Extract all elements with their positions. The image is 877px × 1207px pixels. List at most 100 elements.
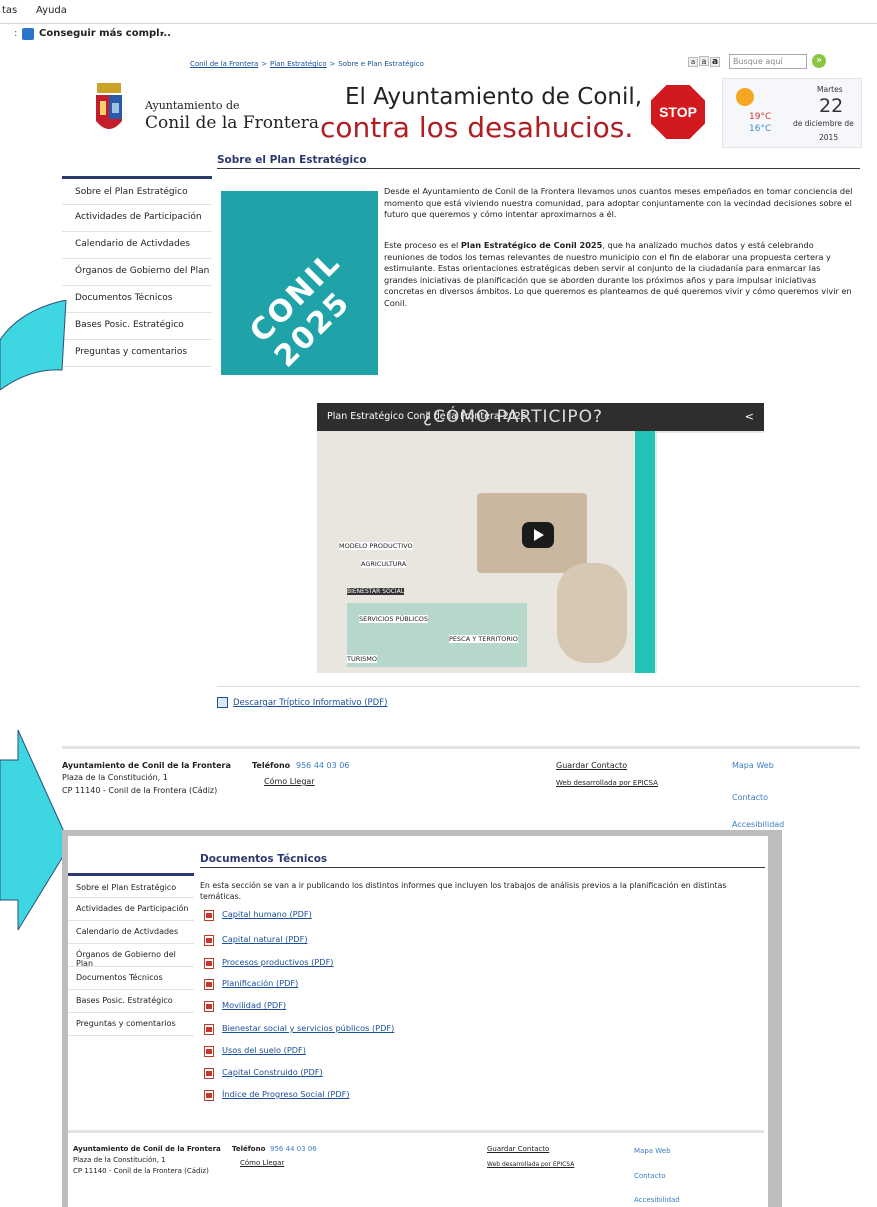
crest-icon xyxy=(96,83,122,129)
play-button[interactable] xyxy=(522,522,554,548)
document-link[interactable]: Movilidad (PDF) xyxy=(222,1000,286,1010)
favorites-bar: : Conseguir más compl... ▾ xyxy=(0,24,877,46)
logo-text: CONIL 2025 xyxy=(243,245,358,375)
accessibility-link[interactable]: Accesibilidad xyxy=(634,1196,680,1204)
directions-link[interactable]: Cómo Llegar xyxy=(264,777,315,786)
menu-help[interactable]: Ayuda xyxy=(36,5,67,16)
footer-address: CP 11140 - Conil de la Frontera (Cádiz) xyxy=(62,786,218,795)
conil-2025-logo: CONIL 2025 xyxy=(221,191,378,375)
search-go-button[interactable]: » xyxy=(812,54,826,68)
search-input[interactable]: Busque aquí xyxy=(729,54,807,69)
footer-rule xyxy=(62,746,860,749)
temp-high: 19°C xyxy=(749,112,772,122)
save-contact-link[interactable]: Guardar Contacto xyxy=(487,1145,549,1153)
weekday: Martes xyxy=(817,85,843,94)
sidebar-item-preguntas[interactable]: Preguntas y comentarios xyxy=(68,1013,194,1036)
share-icon[interactable]: < xyxy=(745,410,754,423)
contact-link[interactable]: Contacto xyxy=(732,793,768,802)
browser-menu-bar: tas Ayuda xyxy=(0,0,877,24)
developer-link[interactable]: Web desarrollada por EPICSA xyxy=(487,1161,574,1168)
document-link[interactable]: Capital natural (PDF) xyxy=(222,934,308,944)
pdf-icon xyxy=(204,1090,214,1101)
footer-tel-label: Teléfono xyxy=(232,1145,266,1153)
section-intro: En esta sección se van a ir publicando l… xyxy=(200,881,727,901)
document-link[interactable]: Planificación (PDF) xyxy=(222,978,298,988)
breadcrumb-separator: > xyxy=(329,60,336,68)
video-label: TURISMO xyxy=(347,655,378,663)
video-label: SERVICIOS PÚBLICOS xyxy=(359,615,428,623)
title-rule xyxy=(200,867,765,868)
sidebar-item-documentos[interactable]: Documentos Técnicos xyxy=(62,286,212,313)
banner-line-2[interactable]: contra los desahucios. xyxy=(320,111,633,144)
pdf-icon xyxy=(204,1068,214,1079)
banner-line-1[interactable]: El Ayuntamiento de Conil, xyxy=(345,84,642,110)
favorites-link[interactable]: Conseguir más compl... xyxy=(39,28,171,39)
chevron-down-icon[interactable]: ▾ xyxy=(160,29,164,38)
sidebar-item-calendario[interactable]: Calendario de Activdades xyxy=(62,232,212,259)
pdf-icon xyxy=(204,935,214,946)
save-contact-link[interactable]: Guardar Contacto xyxy=(556,761,627,770)
document-link[interactable]: Procesos productivos (PDF) xyxy=(222,957,334,967)
sidebar-item-sobre[interactable]: Sobre el Plan Estratégico xyxy=(68,873,194,898)
separator: : xyxy=(14,28,18,39)
logo-line-2: Conil de la Frontera xyxy=(145,113,320,133)
sitemap-link[interactable]: Mapa Web xyxy=(634,1147,671,1155)
sidebar-item-actividades[interactable]: Actividades de Participación xyxy=(62,205,212,232)
text-run: , que ha analizado muchos datos y está c… xyxy=(384,240,852,308)
pdf-icon xyxy=(204,910,214,921)
sidebar-item-documentos[interactable]: Documentos Técnicos xyxy=(68,967,194,990)
sidebar-item-organos[interactable]: Órganos de Gobierno del Plan xyxy=(68,944,194,968)
page-title: Sobre el Plan Estratégico xyxy=(217,154,367,166)
video-overlay-text: ¿CÓMO PARTICIPO? xyxy=(423,407,604,427)
footer-org: Ayuntamiento de Conil de la Frontera xyxy=(62,761,231,770)
stop-label: STOP xyxy=(659,104,697,120)
directions-link[interactable]: Cómo Llegar xyxy=(240,1159,284,1167)
download-link[interactable]: Descargar Tríptico Informativo (PDF) xyxy=(233,698,387,708)
sidebar-item-organos[interactable]: Órganos de Gobierno del Plan xyxy=(62,259,212,286)
contact-link[interactable]: Contacto xyxy=(634,1172,666,1180)
pdf-icon xyxy=(204,1001,214,1012)
sidebar-item-bases[interactable]: Bases Posic. Estratégico xyxy=(68,990,194,1013)
sidebar-item-calendario[interactable]: Calendario de Activdades xyxy=(68,921,194,944)
document-link[interactable]: Bienestar social y servicios públicos (P… xyxy=(222,1023,394,1033)
stop-sign-icon: STOP xyxy=(649,83,707,141)
sidebar-item-preguntas[interactable]: Preguntas y comentarios xyxy=(62,340,212,367)
breadcrumb-current: Sobre e Plan Estratégico xyxy=(338,60,424,68)
document-link[interactable]: Usos del suelo (PDF) xyxy=(222,1045,306,1055)
day-number: 22 xyxy=(819,95,844,117)
video-title-bar: Plan Estratégico Conil de la Frontera 20… xyxy=(317,403,764,431)
footer-tel[interactable]: 956 44 03 06 xyxy=(296,761,349,770)
font-size-controls: aaa xyxy=(688,56,721,67)
sidebar-item-actividades[interactable]: Actividades de Participación xyxy=(68,898,194,921)
divider xyxy=(217,686,860,687)
document-link[interactable]: Capital Construido (PDF) xyxy=(222,1067,323,1077)
sitemap-link[interactable]: Mapa Web xyxy=(732,761,774,770)
page-title: Documentos Técnicos xyxy=(200,853,328,865)
sun-icon xyxy=(736,88,754,106)
footer-tel[interactable]: 956 44 03 06 xyxy=(270,1145,317,1153)
footer-tel-label: Teléfono xyxy=(252,761,291,770)
sidebar-item-sobre[interactable]: Sobre el Plan Estratégico xyxy=(62,176,212,205)
year: 2015 xyxy=(819,133,839,142)
menu-tools[interactable]: tas xyxy=(2,5,17,16)
footer-address: CP 11140 - Conil de la Frontera (Cádiz) xyxy=(73,1167,209,1175)
temp-low: 16°C xyxy=(749,124,772,134)
sidebar-item-bases[interactable]: Bases Posic. Estratégico xyxy=(62,313,212,340)
intro-paragraph: Desde el Ayuntamiento de Conil de la Fro… xyxy=(384,186,853,220)
font-large-button[interactable]: a xyxy=(710,57,720,67)
video-label: PESCA Y TERRITORIO xyxy=(449,635,518,643)
month: de diciembre de xyxy=(793,119,854,128)
font-small-button[interactable]: a xyxy=(688,57,698,67)
accessibility-link[interactable]: Accesibilidad xyxy=(732,820,784,829)
document-link[interactable]: Índice de Progreso Social (PDF) xyxy=(222,1089,350,1099)
breadcrumb-separator: > xyxy=(261,60,268,68)
breadcrumb-item[interactable]: Plan Estratégico xyxy=(270,60,327,68)
footer-org: Ayuntamiento de Conil de la Frontera xyxy=(73,1145,221,1153)
developer-link[interactable]: Web desarrollada por EPICSA xyxy=(556,779,658,787)
breadcrumb-item[interactable]: Conil de la Frontera xyxy=(190,60,258,68)
arrow-icon xyxy=(0,300,67,390)
document-link[interactable]: Capital humano (PDF) xyxy=(222,909,312,919)
font-medium-button[interactable]: a xyxy=(699,56,709,66)
pdf-icon xyxy=(204,958,214,969)
breadcrumb: Conil de la Frontera > Plan Estratégico … xyxy=(190,59,424,69)
